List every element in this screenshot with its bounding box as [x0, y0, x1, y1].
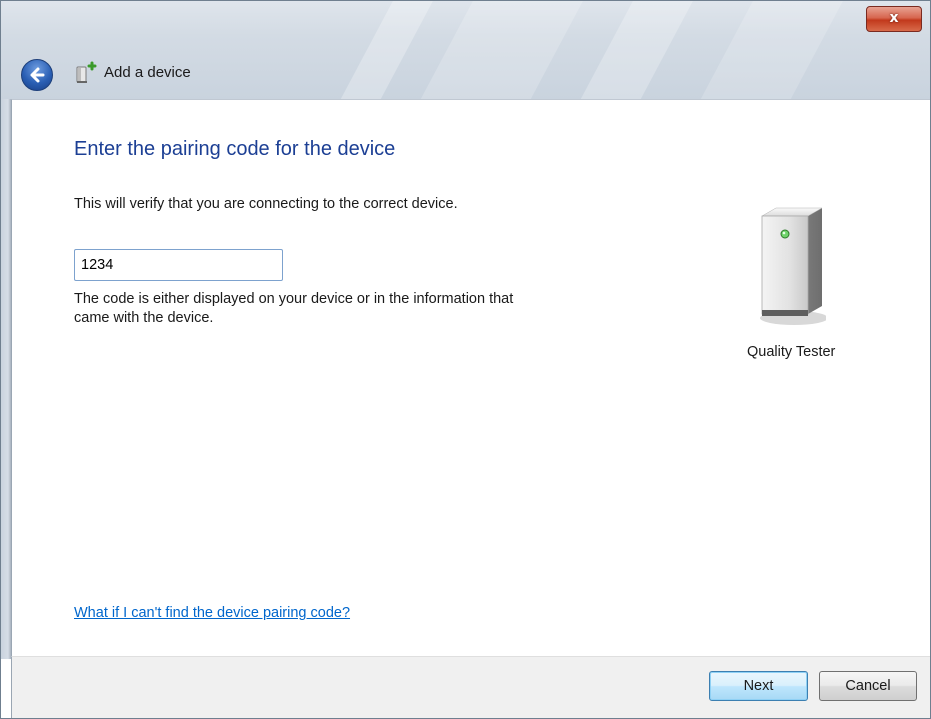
main-heading: Enter the pairing code for the device [74, 138, 396, 160]
back-button[interactable] [21, 59, 53, 91]
glass-streak [398, 1, 594, 99]
page-title: Add a device [104, 64, 191, 81]
close-icon: x [889, 10, 899, 26]
glass-streak [558, 1, 704, 99]
pairing-code-input[interactable] [74, 249, 283, 281]
computer-device-icon [760, 207, 826, 325]
window-left-edge [1, 99, 11, 659]
hint-text: The code is either displayed on your dev… [74, 290, 634, 328]
glass-streak [678, 1, 854, 99]
back-arrow-icon [30, 67, 45, 83]
device-add-icon [76, 61, 97, 83]
help-pairing-code-link[interactable]: What if I can't find the device pairing … [74, 605, 350, 621]
next-button[interactable]: Next [709, 671, 808, 701]
content-area [11, 99, 930, 656]
device-name-label: Quality Tester [747, 344, 836, 360]
cancel-button[interactable]: Cancel [819, 671, 917, 701]
hint-line-1: The code is either displayed on your dev… [74, 291, 514, 307]
title-bar [1, 1, 930, 99]
hint-line-2: came with the device. [74, 310, 214, 326]
glass-streak [318, 1, 444, 99]
close-button[interactable]: x [866, 6, 922, 32]
description-text: This will verify that you are connecting… [74, 196, 458, 212]
add-device-window: x Add a device Enter the pairing code fo… [0, 0, 931, 719]
